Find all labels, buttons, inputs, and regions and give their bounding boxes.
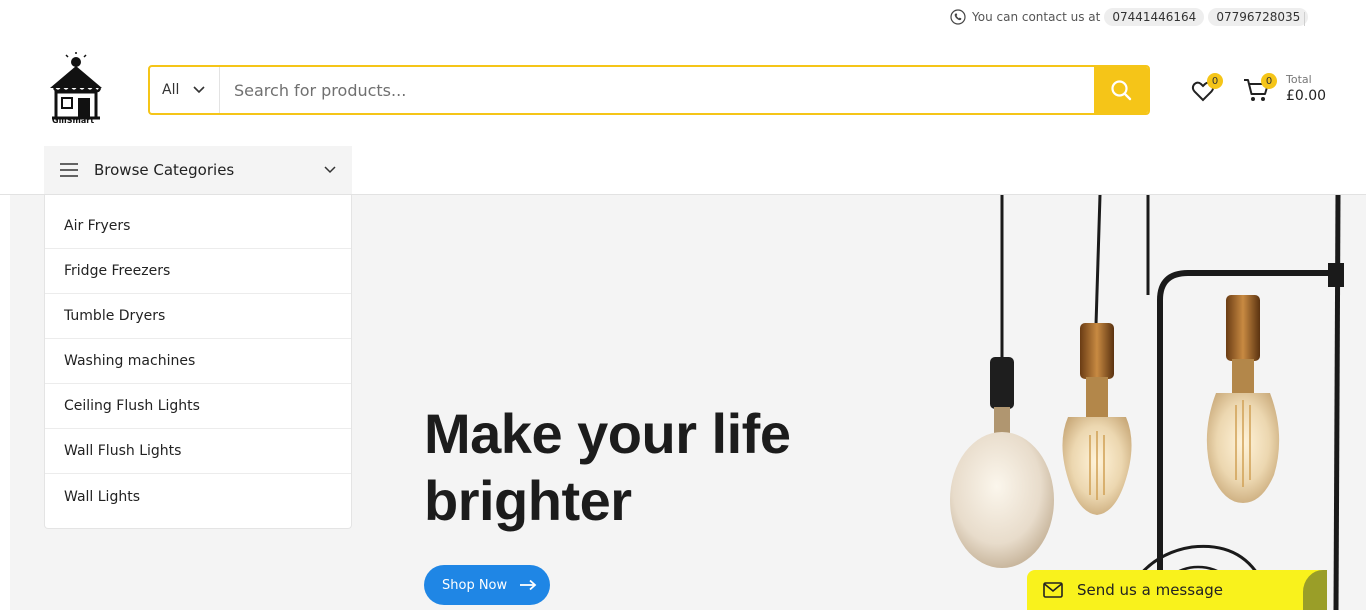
page: You can contact us at 07441446164 077967… <box>0 0 1366 610</box>
phone-number-1[interactable]: 07441446164 <box>1104 8 1205 26</box>
contact-text: You can contact us at <box>972 10 1101 24</box>
hero-title: Make your life brighter <box>424 400 791 534</box>
arrow-right-icon <box>520 579 537 591</box>
phone-number-2[interactable]: 07796728035 <box>1208 8 1309 26</box>
phone-icon <box>950 9 966 25</box>
chevron-down-icon <box>324 166 336 174</box>
chevron-down-icon <box>193 86 205 94</box>
chat-widget-label: Send us a message <box>1077 581 1224 599</box>
top-bar: You can contact us at 07441446164 077967… <box>0 0 1366 38</box>
category-item-ceiling-flush-lights[interactable]: Ceiling Flush Lights <box>45 384 351 429</box>
chat-widget-button[interactable]: Send us a message <box>1027 570 1327 610</box>
category-list: Air Fryers Fridge Freezers Tumble Dryers… <box>44 195 352 529</box>
search-bar: All <box>148 65 1150 115</box>
mail-icon <box>1043 582 1063 598</box>
hero-title-line-1: Make your life <box>424 402 791 465</box>
browse-categories-toggle[interactable]: Browse Categories <box>44 146 352 194</box>
chat-widget-corner <box>1303 570 1327 610</box>
category-item-fridge-freezers[interactable]: Fridge Freezers <box>45 249 351 294</box>
browse-categories-label: Browse Categories <box>94 161 235 179</box>
category-item-air-fryers[interactable]: Air Fryers <box>45 204 351 249</box>
menu-icon <box>60 163 78 177</box>
category-item-washing-machines[interactable]: Washing machines <box>45 339 351 384</box>
cart-total-value: £0.00 <box>1286 88 1327 104</box>
search-input[interactable] <box>220 67 1094 113</box>
category-item-wall-lights[interactable]: Wall Lights <box>45 474 351 519</box>
category-item-wall-flush-lights[interactable]: Wall Flush Lights <box>45 429 351 474</box>
logo-text: GillSmart <box>52 116 95 125</box>
cart-count-badge: 0 <box>1261 73 1277 89</box>
search-icon <box>1111 80 1132 101</box>
topbar-divider <box>1304 12 1305 26</box>
shop-now-label: Shop Now <box>442 577 508 593</box>
hero-title-line-2: brighter <box>424 469 632 532</box>
cart-total-label: Total <box>1286 73 1312 86</box>
search-category-select[interactable]: All <box>150 67 220 113</box>
search-button[interactable] <box>1094 67 1148 113</box>
wishlist-button[interactable]: 0 <box>1190 73 1223 104</box>
search-category-value: All <box>162 82 180 98</box>
contact-info: You can contact us at 07441446164 077967… <box>950 8 1309 26</box>
cart-button[interactable]: 0 <box>1242 73 1277 104</box>
shop-now-button[interactable]: Shop Now <box>424 565 550 605</box>
light-bulbs-image <box>950 195 1344 610</box>
category-item-tumble-dryers[interactable]: Tumble Dryers <box>45 294 351 339</box>
wishlist-count-badge: 0 <box>1207 73 1223 89</box>
